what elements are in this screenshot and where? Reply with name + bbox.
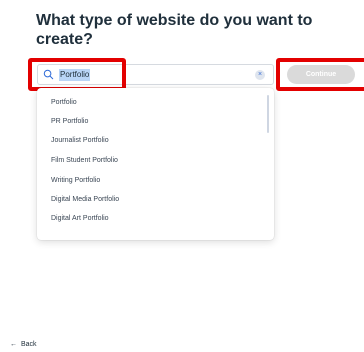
dropdown-option[interactable]: PR Portfolio	[51, 114, 88, 130]
search-value[interactable]: Portfolio	[59, 69, 91, 81]
back-arrow-icon: ←	[10, 341, 17, 348]
continue-button[interactable]: Continue	[287, 65, 355, 84]
back-label: Back	[21, 341, 37, 348]
dropdown-option[interactable]: Portfolio	[51, 95, 77, 111]
back-link[interactable]: ← Back	[10, 339, 37, 351]
search-input[interactable]: Portfolio ×	[37, 64, 274, 85]
dropdown-option[interactable]: Journalist Portfolio	[51, 133, 109, 149]
dropdown-option[interactable]: Digital Art Portfolio	[51, 211, 109, 227]
dropdown-option[interactable]: Writing Portfolio	[51, 173, 100, 189]
dropdown-option[interactable]: Film Student Portfolio	[51, 153, 118, 169]
dropdown-scrollbar[interactable]	[267, 95, 269, 133]
dropdown-option[interactable]: Digital Media Portfolio	[51, 192, 119, 208]
page-title: What type of website do you want to crea…	[36, 12, 313, 48]
clear-search-button[interactable]: ×	[255, 70, 265, 80]
search-icon	[43, 69, 54, 80]
suggestions-dropdown: Portfolio PR Portfolio Journalist Portfo…	[37, 88, 274, 240]
